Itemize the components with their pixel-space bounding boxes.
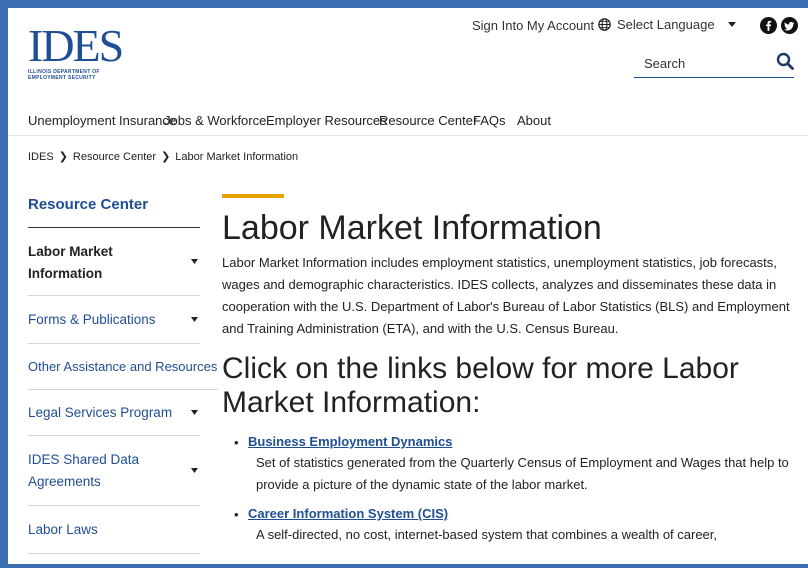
sidebar-item-legal-services[interactable]: Legal Services Program [28,390,200,436]
search-icon[interactable] [776,52,794,70]
search-box [634,48,794,78]
link-description: Set of statistics generated from the Qua… [256,455,789,492]
sidebar-item-label: Labor Market Information [28,243,113,281]
caret-down-icon[interactable] [191,258,198,264]
list-item: • Business Employment Dynamics Set of st… [222,432,808,496]
twitter-icon[interactable] [781,17,798,34]
breadcrumb-resource-center[interactable]: Resource Center [73,151,156,163]
globe-icon [598,18,611,31]
sidebar-item-labor-laws[interactable]: Labor Laws [28,506,200,554]
links-heading: Click on the links below for more Labor … [222,352,739,419]
main-content: Labor Market Information Labor Market In… [222,194,808,554]
bullet: • [234,435,239,450]
nav-resource-center[interactable]: Resource Center [379,113,477,128]
sidebar-item-labor-market-information[interactable]: Labor Market Information [28,228,200,296]
site-header: IDES ILLINOIS DEPARTMENT OF EMPLOYMENT S… [8,8,808,96]
sidebar-item-label: Other Assistance and Resources [28,358,218,374]
breadcrumb-current: Labor Market Information [175,150,299,163]
breadcrumb: IDES ❯ Resource Center ❯ Labor Market In… [28,150,299,164]
intro-paragraph: Labor Market Information includes employ… [222,255,790,336]
main-nav: Unemployment Insurance Jobs & Workforce … [8,106,808,136]
link-career-information-system[interactable]: Career Information System (CIS) [248,504,448,524]
caret-down-icon[interactable] [191,316,198,322]
nav-employer-resources[interactable]: Employer Resources [266,113,387,128]
search-input[interactable] [644,53,754,73]
ides-logo[interactable]: IDES ILLINOIS DEPARTMENT OF EMPLOYMENT S… [28,20,124,82]
nav-unemployment-insurance[interactable]: Unemployment Insurance [28,113,176,128]
list-item: • Career Information System (CIS) A self… [222,504,808,546]
sidebar-item-label: Legal Services Program [28,404,173,420]
sign-in-link[interactable]: Sign Into My Account [472,18,594,33]
page-title: Labor Market Information [222,209,602,247]
sidebar-item-label: IDES Shared Data Agreements [28,451,140,489]
nav-jobs-workforce[interactable]: Jobs & Workforce [164,113,266,128]
nav-faqs[interactable]: FAQs [473,113,506,128]
breadcrumb-ides[interactable]: IDES [28,151,54,163]
sidebar: Resource Center Labor Market Information… [28,196,218,554]
link-list: • Business Employment Dynamics Set of st… [222,432,808,546]
chevron-right-icon: ❯ [161,151,171,163]
sidebar-item-forms-publications[interactable]: Forms & Publications [28,296,200,344]
language-label: Select Language [617,17,715,32]
sidebar-title[interactable]: Resource Center [28,196,200,228]
language-selector[interactable]: Select Language [598,17,715,32]
sidebar-item-label: Labor Laws [28,521,98,537]
facebook-icon[interactable] [760,17,777,34]
sidebar-item-label: Forms & Publications [28,311,156,327]
bullet: • [234,507,239,522]
link-business-employment-dynamics[interactable]: Business Employment Dynamics [248,432,452,452]
caret-down-icon[interactable] [191,467,198,473]
chevron-right-icon: ❯ [58,151,68,163]
page: IDES ILLINOIS DEPARTMENT OF EMPLOYMENT S… [8,8,808,564]
social-links [760,17,798,34]
logo-mark: IDES [28,20,124,71]
caret-down-icon[interactable] [191,409,198,415]
title-accent-bar [222,194,284,198]
sidebar-item-shared-data-agreements[interactable]: IDES Shared Data Agreements [28,436,200,506]
sidebar-item-other-assistance[interactable]: Other Assistance and Resources [28,344,218,390]
nav-about[interactable]: About [517,113,551,128]
caret-down-icon[interactable] [728,22,736,27]
link-description: A self-directed, no cost, internet-based… [256,527,718,542]
